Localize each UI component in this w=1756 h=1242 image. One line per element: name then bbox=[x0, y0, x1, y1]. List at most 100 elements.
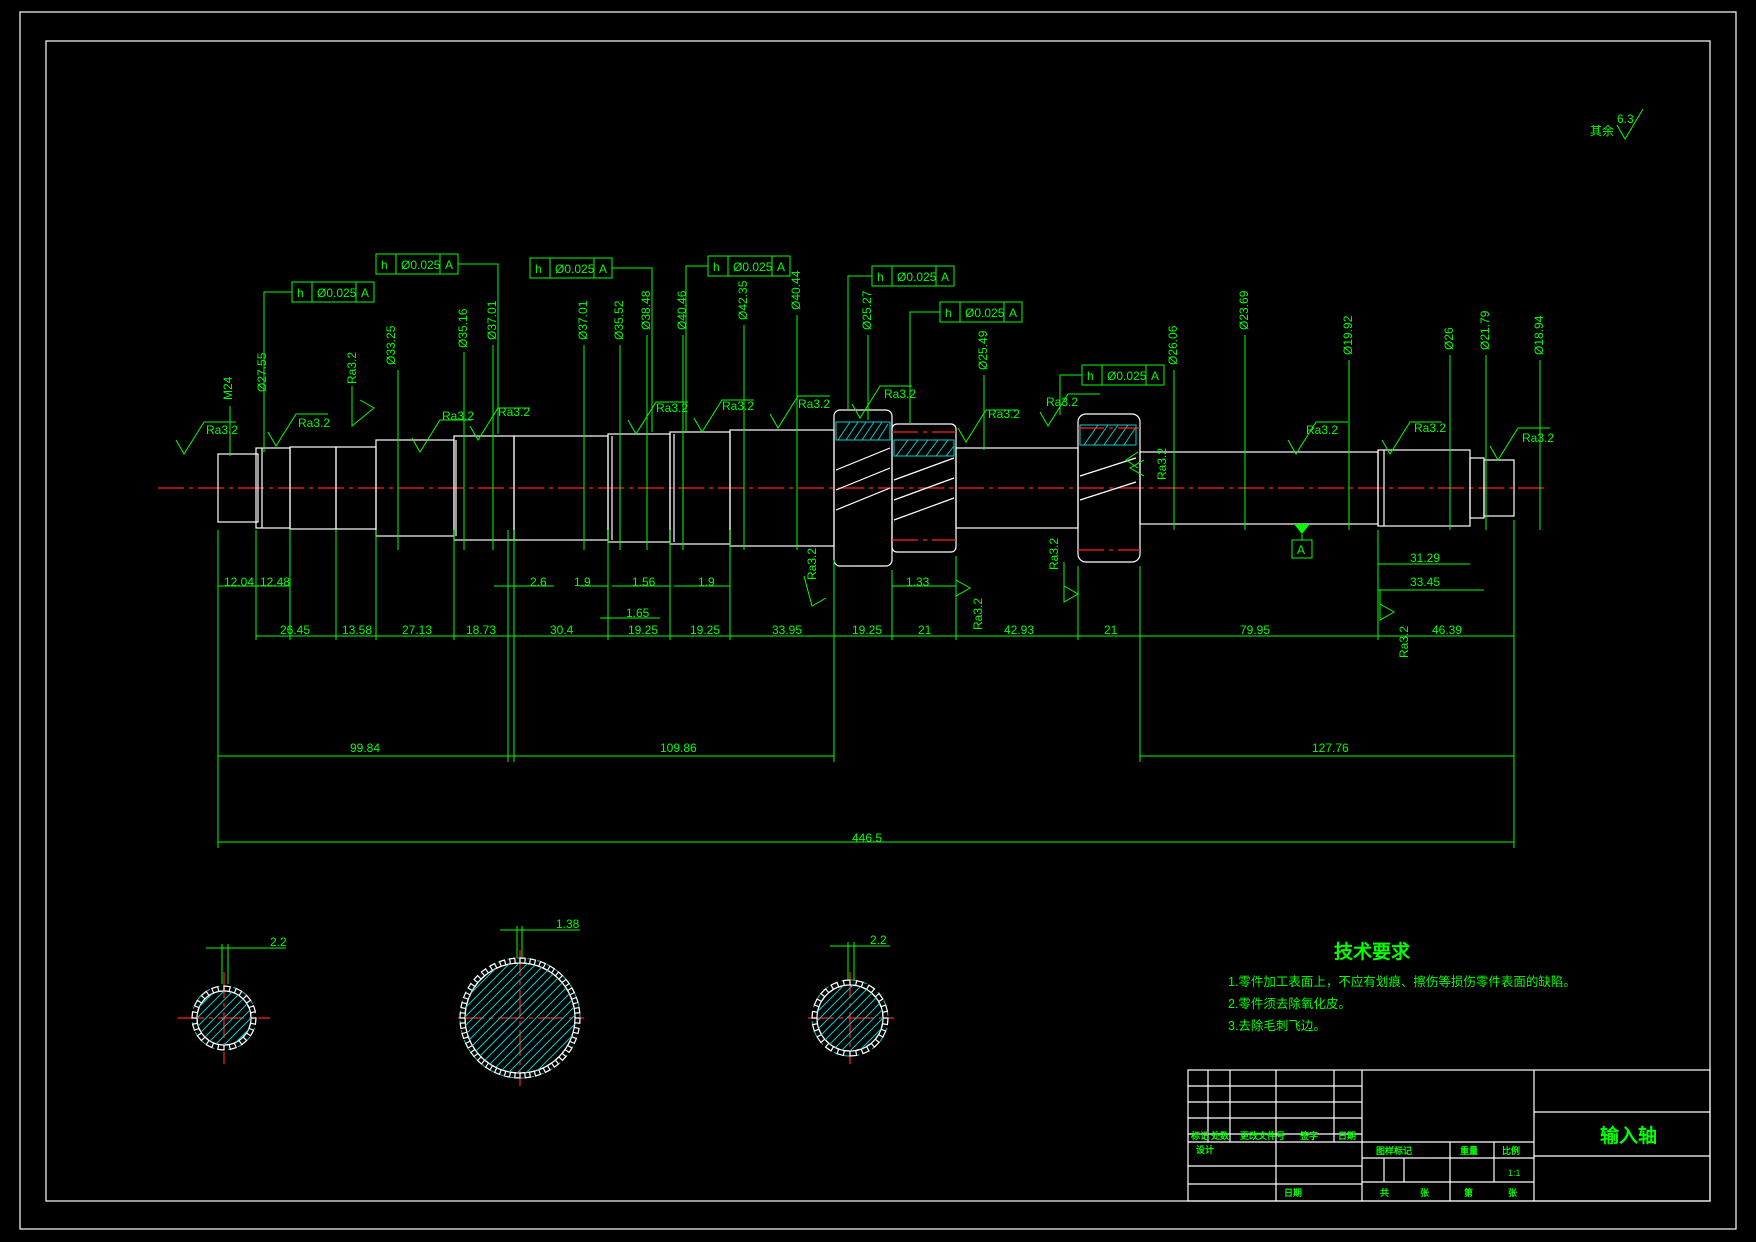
title-block: 标记 处数 更改文件号 签字 日期 设计 日期 图样标记 重量 比例 共 张 第… bbox=[1187, 1069, 1711, 1202]
spline-teeth-3-hatch bbox=[817, 985, 883, 1051]
svg-text:h: h bbox=[297, 286, 304, 300]
svg-text:Ø0.025: Ø0.025 bbox=[401, 258, 441, 272]
svg-text:A: A bbox=[777, 260, 785, 274]
dia-label: Ø21.79 bbox=[1478, 310, 1492, 350]
roughness-symbol: Ra3.2 bbox=[955, 556, 985, 630]
svg-text:Ra3.2: Ra3.2 bbox=[345, 352, 359, 384]
dia-label: Ø23.69 bbox=[1237, 290, 1251, 330]
dia-label: Ø19.92 bbox=[1341, 315, 1355, 355]
svg-text:Ra3.2: Ra3.2 bbox=[442, 409, 474, 423]
dia-label: Ø25.27 bbox=[860, 290, 874, 330]
roughness-symbol: Ra3.2 bbox=[175, 421, 238, 455]
svg-text:Ø0.025: Ø0.025 bbox=[965, 306, 1005, 320]
gear-teeth-hatching bbox=[835, 421, 1140, 551]
svg-text:Ra3.2: Ra3.2 bbox=[1047, 538, 1061, 570]
svg-text:33.45: 33.45 bbox=[1410, 575, 1440, 589]
svg-text:Ra3.2: Ra3.2 bbox=[798, 397, 830, 411]
svg-text:h: h bbox=[713, 260, 720, 274]
dia-label: M24 bbox=[221, 376, 235, 400]
dia-label: Ø26 bbox=[1442, 327, 1456, 350]
dimension-row-3: 99.84 109.86 127.76 446.5 bbox=[217, 520, 1515, 848]
svg-text:Ra3.2: Ra3.2 bbox=[206, 423, 238, 437]
roughness-symbol: Ra3.2 bbox=[1379, 590, 1411, 658]
svg-text:19.25: 19.25 bbox=[852, 623, 882, 637]
dia-label: Ø35.16 bbox=[456, 308, 470, 348]
svg-text:h: h bbox=[877, 270, 884, 284]
svg-text:Ra3.2: Ra3.2 bbox=[1155, 448, 1169, 480]
svg-text:Ra3.2: Ra3.2 bbox=[298, 416, 330, 430]
svg-text:1.65: 1.65 bbox=[626, 606, 650, 620]
svg-text:30.4: 30.4 bbox=[550, 623, 574, 637]
datum-a: A bbox=[1291, 524, 1313, 559]
dia-label: Ø40.44 bbox=[789, 270, 803, 310]
svg-text:张: 张 bbox=[1508, 1187, 1518, 1198]
svg-text:Ra3.2: Ra3.2 bbox=[498, 405, 530, 419]
svg-text:1.9: 1.9 bbox=[574, 575, 591, 589]
dia-label: Ø18.94 bbox=[1532, 315, 1546, 355]
svg-text:日期: 日期 bbox=[1284, 1187, 1302, 1198]
svg-text:Ø0.025: Ø0.025 bbox=[317, 286, 357, 300]
svg-text:A: A bbox=[941, 270, 949, 284]
roughness-symbol: Ra3.2 bbox=[769, 395, 830, 429]
roughness-symbol: Ra3.2 bbox=[693, 399, 754, 433]
dia-label: Ø37.01 bbox=[485, 300, 499, 340]
spline-section-3: 2.2 bbox=[808, 933, 894, 1064]
svg-text:Ra3.2: Ra3.2 bbox=[805, 548, 819, 580]
roughness-symbol: Ra3.2 bbox=[627, 401, 688, 435]
svg-text:Ra3.2: Ra3.2 bbox=[1522, 431, 1554, 445]
svg-text:Ra3.2: Ra3.2 bbox=[1306, 423, 1338, 437]
roughness-symbol: Ra3.2 bbox=[267, 413, 330, 447]
roughness-symbols: Ra3.2 Ra3.2 Ra3.2 Ra3.2 Ra3.2 Ra3.2 Ra3.… bbox=[175, 352, 1554, 658]
svg-text:26.45: 26.45 bbox=[280, 623, 310, 637]
svg-text:1.33: 1.33 bbox=[906, 575, 930, 589]
tech-item: 2.零件须去除氧化皮。 bbox=[1228, 996, 1351, 1011]
svg-text:2.2: 2.2 bbox=[870, 933, 887, 947]
svg-text:79.95: 79.95 bbox=[1240, 623, 1270, 637]
roughness-symbol: Ra3.2 bbox=[1047, 538, 1080, 603]
dimension-row-2: 26.45 13.58 27.13 18.73 30.4 19.25 19.25… bbox=[255, 520, 1515, 640]
svg-text:A: A bbox=[445, 258, 453, 272]
tolerance-frame: h Ø0.025 A bbox=[909, 301, 1023, 424]
dia-label: Ø35.52 bbox=[612, 300, 626, 340]
svg-text:签字: 签字 bbox=[1299, 1130, 1318, 1141]
engineering-drawing: 其余 6.3 M24 Ø27.55 Ø33.25 Ø35.16 Ø37.01 Ø… bbox=[19, 11, 1737, 1230]
svg-text:Ra3.2: Ra3.2 bbox=[884, 387, 916, 401]
svg-text:图样标记: 图样标记 bbox=[1376, 1145, 1412, 1156]
svg-text:Ra3.2: Ra3.2 bbox=[988, 407, 1020, 421]
roughness-symbol: Ra3.2 bbox=[803, 548, 827, 607]
svg-text:31.29: 31.29 bbox=[1410, 551, 1440, 565]
svg-text:Ra3.2: Ra3.2 bbox=[656, 401, 688, 415]
svg-text:比例: 比例 bbox=[1502, 1145, 1520, 1156]
tech-title: 技术要求 bbox=[1334, 940, 1411, 963]
roughness-symbol: Ra3.2 bbox=[957, 407, 1020, 443]
spline-section-1: 2.2 bbox=[178, 935, 287, 1064]
svg-text:33.95: 33.95 bbox=[772, 623, 802, 637]
svg-text:127.76: 127.76 bbox=[1312, 741, 1349, 755]
roughness-symbol: Ra3.2 bbox=[1039, 393, 1100, 427]
svg-text:A: A bbox=[1151, 369, 1159, 383]
svg-text:A: A bbox=[599, 262, 607, 276]
svg-text:99.84: 99.84 bbox=[350, 741, 380, 755]
roughness-symbol: Ra3.2 bbox=[1381, 421, 1446, 455]
svg-text:2.2: 2.2 bbox=[270, 935, 287, 949]
dia-label: Ø37.01 bbox=[576, 300, 590, 340]
roughness-symbol: Ra3.2 bbox=[411, 409, 474, 453]
svg-text:第: 第 bbox=[1464, 1187, 1473, 1198]
outer-border bbox=[19, 11, 1737, 1230]
inner-border bbox=[45, 40, 1711, 1202]
part-name: 输入轴 bbox=[1600, 1124, 1657, 1147]
svg-text:42.93: 42.93 bbox=[1004, 623, 1034, 637]
svg-text:1.56: 1.56 bbox=[632, 575, 656, 589]
spline-teeth-2-hatch bbox=[465, 963, 575, 1073]
svg-text:A: A bbox=[1009, 306, 1017, 320]
svg-text:处数: 处数 bbox=[1210, 1130, 1230, 1141]
svg-text:2.6: 2.6 bbox=[530, 575, 547, 589]
svg-text:46.39: 46.39 bbox=[1432, 623, 1462, 637]
svg-text:1.9: 1.9 bbox=[698, 575, 715, 589]
general-roughness-note: 其余 6.3 bbox=[1590, 108, 1644, 140]
dia-label: Ø33.25 bbox=[384, 325, 398, 365]
svg-text:h: h bbox=[381, 258, 388, 272]
svg-text:21: 21 bbox=[918, 623, 932, 637]
roughness-symbol: Ra3.2 bbox=[1489, 427, 1554, 461]
tolerance-frame: h Ø0.025 A bbox=[529, 257, 653, 432]
